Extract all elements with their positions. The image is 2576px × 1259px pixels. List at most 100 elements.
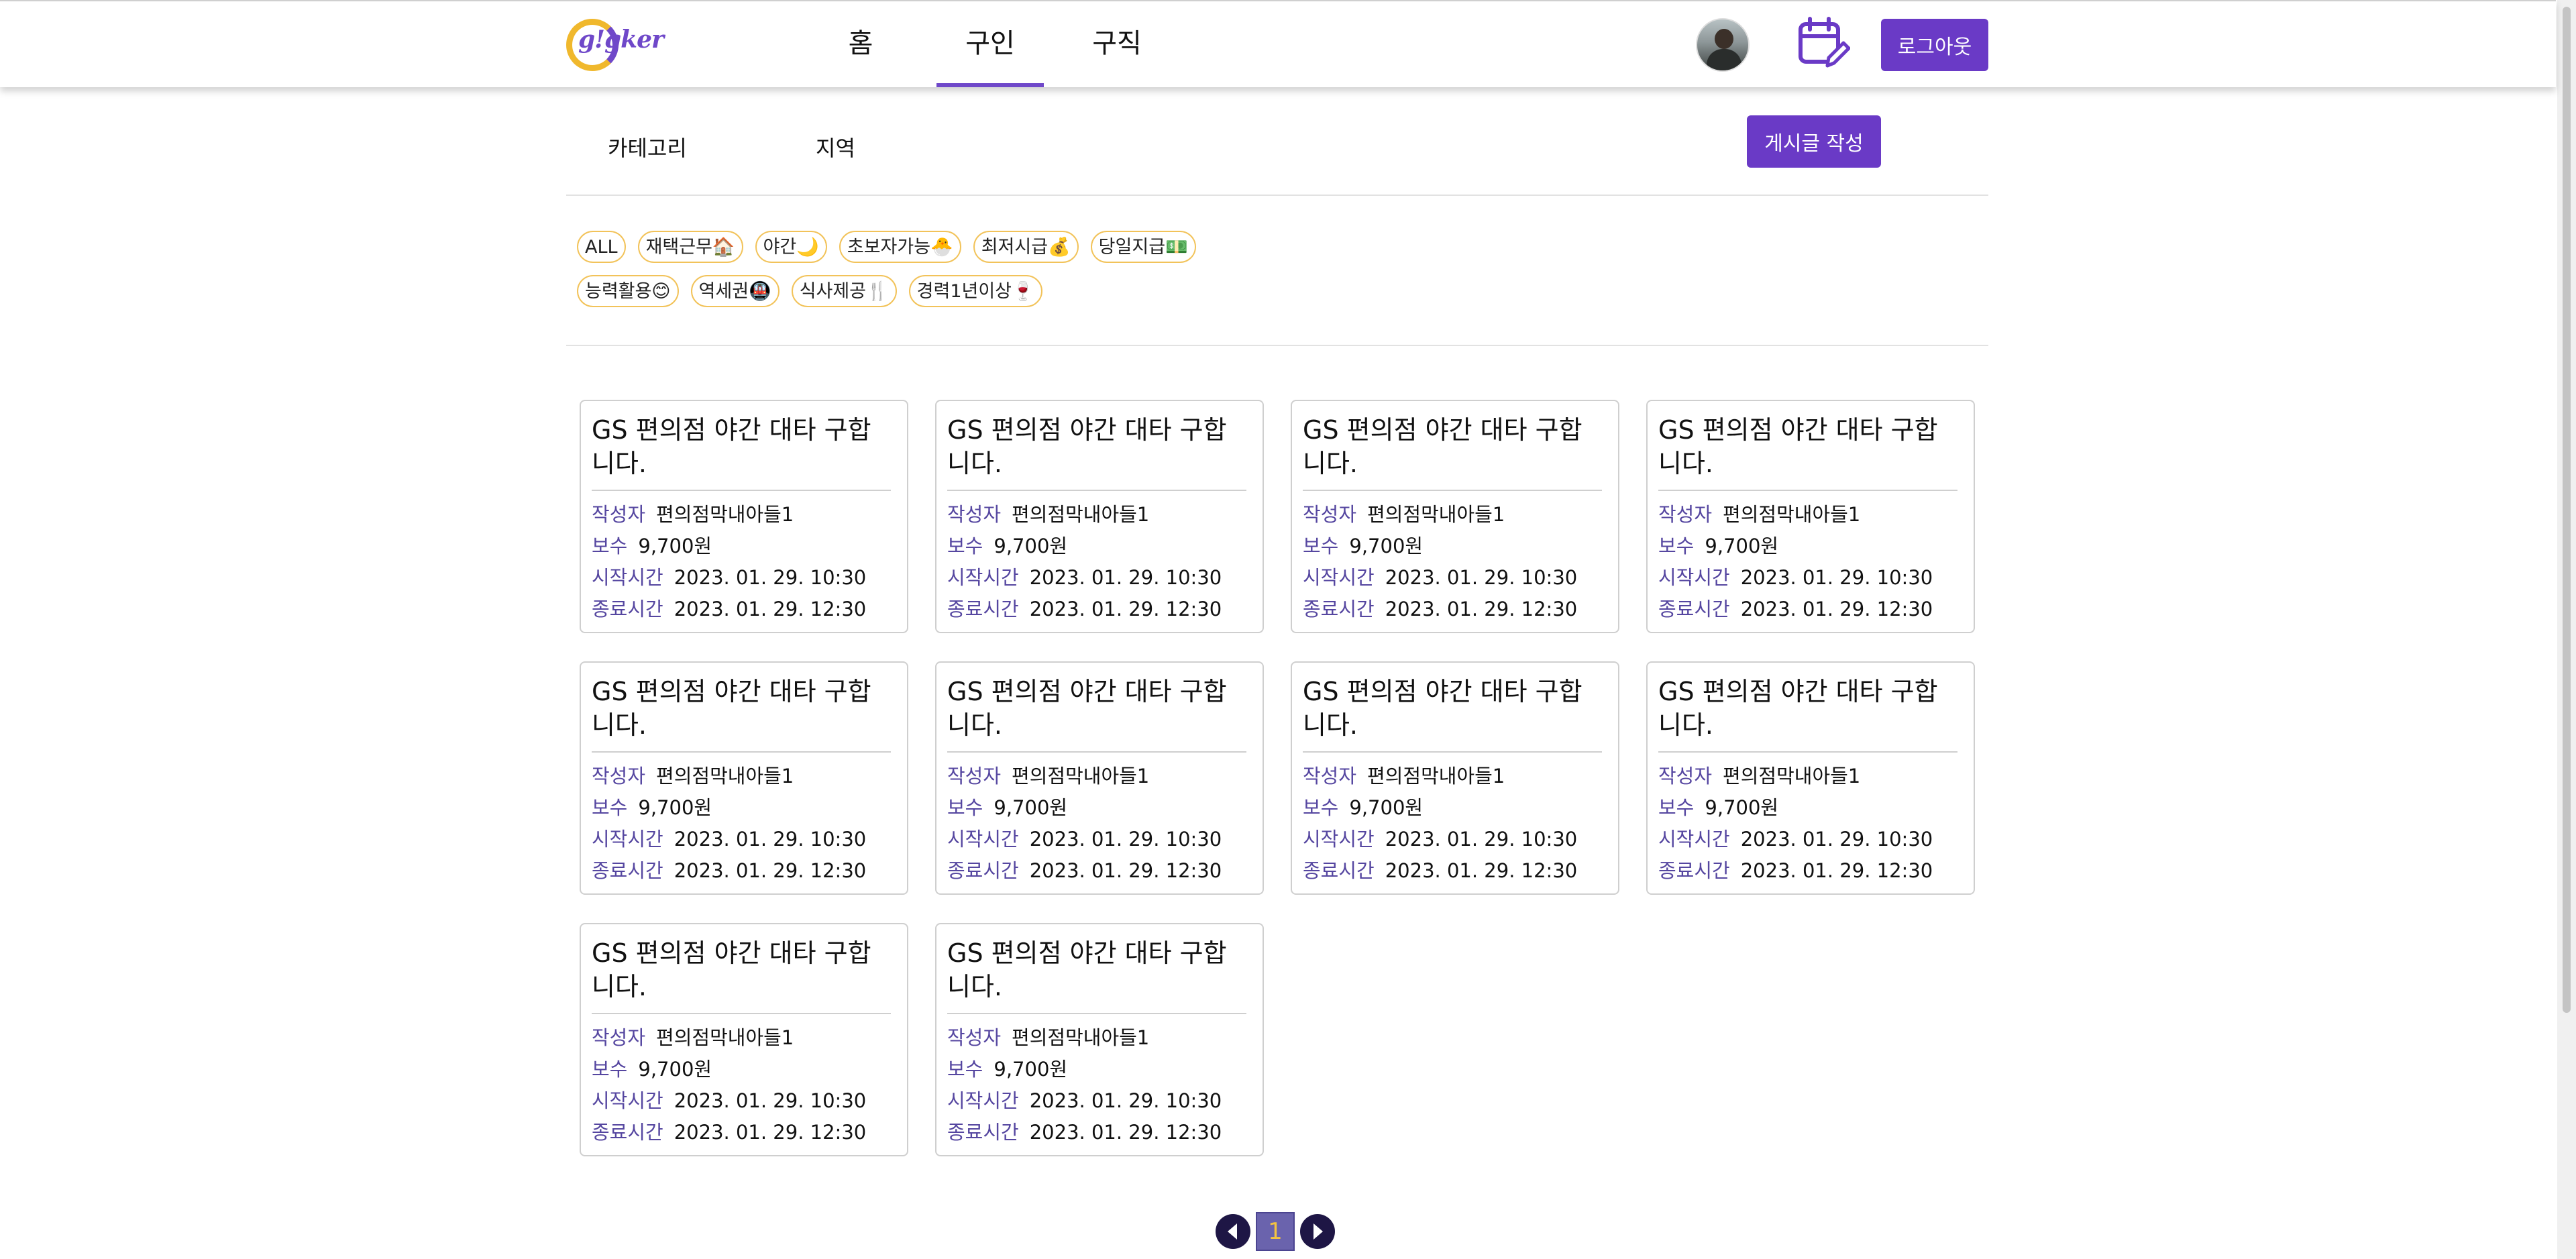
post-start-time-label: 시작시간 [592, 566, 663, 589]
tag-all[interactable]: ALL [577, 231, 626, 263]
post-author-value: 편의점막내아들1 [1723, 765, 1861, 787]
post-card[interactable]: GS 편의점 야간 대타 구합니다. 작성자 편의점막내아들1 보수 9,700원 시작시… [1646, 661, 1975, 895]
nav-tab-job-seeking[interactable]: 구직 [1087, 21, 1147, 87]
nav-tab-hiring[interactable]: 구인 [936, 21, 1044, 87]
region-filter[interactable]: 지역 [816, 131, 855, 162]
chevron-left-icon[interactable] [1216, 1214, 1250, 1249]
post-end-time-label: 종료시간 [1658, 859, 1730, 882]
post-card[interactable]: GS 편의점 야간 대타 구합니다. 작성자 편의점막내아들1 보수 9,700원 시작시… [935, 923, 1264, 1156]
tag-night[interactable]: 야간🌙 [755, 231, 827, 263]
post-start-time-value: 2023. 01. 29. 10:30 [1029, 828, 1222, 851]
chevron-right-icon[interactable] [1300, 1214, 1335, 1249]
post-card[interactable]: GS 편의점 야간 대타 구합니다. 작성자 편의점막내아들1 보수 9,700원 시작시… [580, 923, 908, 1156]
post-author-row: 작성자 편의점막내아들1 [1658, 499, 1963, 531]
post-start-time-value: 2023. 01. 29. 10:30 [674, 1089, 867, 1112]
page-scrollbar[interactable] [2557, 0, 2576, 1259]
post-title: GS 편의점 야간 대타 구합니다. [1658, 413, 1957, 491]
post-start-time-value: 2023. 01. 29. 10:30 [1385, 566, 1578, 589]
post-author-label: 작성자 [1303, 503, 1357, 526]
post-start-time-label: 시작시간 [947, 828, 1019, 851]
post-end-time-label: 종료시간 [1303, 598, 1375, 620]
post-end-time-row: 종료시간 2023. 01. 29. 12:30 [947, 594, 1252, 625]
post-end-time-label: 종료시간 [1658, 598, 1730, 620]
post-card[interactable]: GS 편의점 야간 대타 구합니다. 작성자 편의점막내아들1 보수 9,700원 시작시… [1291, 661, 1619, 895]
nav-tab-label: 구직 [1092, 28, 1142, 59]
post-author-row: 작성자 편의점막내아들1 [947, 761, 1252, 792]
logo-text: g!gker [578, 25, 664, 54]
post-end-time-label: 종료시간 [947, 598, 1019, 620]
post-author-value: 편의점막내아들1 [1012, 1026, 1150, 1049]
post-pay-value: 9,700원 [994, 535, 1068, 557]
gigker-logo[interactable]: g!gker [565, 16, 664, 76]
post-card[interactable]: GS 편의점 야간 대타 구합니다. 작성자 편의점막내아들1 보수 9,700원 시작시… [580, 661, 908, 895]
scrollbar-thumb[interactable] [2563, 7, 2571, 1013]
calendar-edit-icon[interactable] [1796, 16, 1851, 71]
post-pay-row: 보수 9,700원 [1303, 531, 1607, 562]
logout-button[interactable]: 로그아웃 [1881, 19, 1988, 71]
post-title: GS 편의점 야간 대타 구합니다. [592, 413, 891, 491]
post-author-label: 작성자 [592, 503, 646, 526]
post-title: GS 편의점 야간 대타 구합니다. [592, 936, 891, 1014]
tag-experience-1yr[interactable]: 경력1년이상🍷 [908, 275, 1042, 307]
category-filter[interactable]: 카테고리 [608, 131, 687, 162]
page-number-current[interactable]: 1 [1256, 1212, 1295, 1251]
post-start-time-row: 시작시간 2023. 01. 29. 10:30 [1658, 562, 1963, 594]
post-author-label: 작성자 [1658, 765, 1713, 787]
post-start-time-label: 시작시간 [947, 566, 1019, 589]
post-end-time-value: 2023. 01. 29. 12:30 [1740, 598, 1933, 620]
post-start-time-row: 시작시간 2023. 01. 29. 10:30 [947, 824, 1252, 855]
post-end-time-value: 2023. 01. 29. 12:30 [1029, 598, 1222, 620]
post-start-time-label: 시작시간 [592, 828, 663, 851]
post-pay-value: 9,700원 [994, 796, 1068, 819]
tag-near-station[interactable]: 역세권🚇 [690, 275, 780, 307]
post-author-row: 작성자 편의점막내아들1 [592, 761, 896, 792]
post-start-time-row: 시작시간 2023. 01. 29. 10:30 [947, 562, 1252, 594]
post-start-time-row: 시작시간 2023. 01. 29. 10:30 [592, 1085, 896, 1117]
post-author-label: 작성자 [947, 1026, 1002, 1049]
tag-beginner-ok[interactable]: 초보자가능🐣 [839, 231, 961, 263]
post-pay-label: 보수 [592, 796, 628, 819]
post-pay-label: 보수 [1303, 535, 1339, 557]
user-avatar[interactable] [1696, 18, 1750, 72]
post-start-time-value: 2023. 01. 29. 10:30 [1740, 828, 1933, 851]
post-pay-row: 보수 9,700원 [1303, 792, 1607, 824]
post-card[interactable]: GS 편의점 야간 대타 구합니다. 작성자 편의점막내아들1 보수 9,700원 시작시… [1646, 400, 1975, 633]
post-card[interactable]: GS 편의점 야간 대타 구합니다. 작성자 편의점막내아들1 보수 9,700원 시작시… [935, 400, 1264, 633]
post-end-time-row: 종료시간 2023. 01. 29. 12:30 [947, 1117, 1252, 1148]
post-end-time-row: 종료시간 2023. 01. 29. 12:30 [592, 855, 896, 887]
post-card[interactable]: GS 편의점 야간 대타 구합니다. 작성자 편의점막내아들1 보수 9,700원 시작시… [1291, 400, 1619, 633]
post-author-label: 작성자 [592, 765, 646, 787]
divider [566, 345, 1988, 346]
post-author-value: 편의점막내아들1 [656, 503, 794, 526]
tag-remote-work[interactable]: 재택근무🏠 [637, 231, 743, 263]
post-pay-row: 보수 9,700원 [1658, 531, 1963, 562]
post-pay-row: 보수 9,700원 [592, 1054, 896, 1085]
post-pay-row: 보수 9,700원 [592, 792, 896, 824]
post-end-time-label: 종료시간 [592, 598, 663, 620]
post-end-time-row: 종료시간 2023. 01. 29. 12:30 [1658, 594, 1963, 625]
post-end-time-row: 종료시간 2023. 01. 29. 12:30 [947, 855, 1252, 887]
post-start-time-value: 2023. 01. 29. 10:30 [1029, 566, 1222, 589]
post-start-time-value: 2023. 01. 29. 10:30 [1029, 1089, 1222, 1112]
tag-meal-provided[interactable]: 식사제공🍴 [791, 275, 897, 307]
post-pay-label: 보수 [1303, 796, 1339, 819]
post-start-time-value: 2023. 01. 29. 10:30 [1385, 828, 1578, 851]
post-author-value: 편의점막내아들1 [1723, 503, 1861, 526]
post-card[interactable]: GS 편의점 야간 대타 구합니다. 작성자 편의점막내아들1 보수 9,700원 시작시… [580, 400, 908, 633]
post-author-label: 작성자 [1658, 503, 1713, 526]
post-start-time-label: 시작시간 [1303, 566, 1375, 589]
nav-tab-home[interactable]: 홈 [830, 21, 891, 87]
tag-same-day-pay[interactable]: 당일지급💵 [1090, 231, 1196, 263]
post-start-time-label: 시작시간 [947, 1089, 1019, 1112]
post-end-time-row: 종료시간 2023. 01. 29. 12:30 [1658, 855, 1963, 887]
post-end-time-label: 종료시간 [1303, 859, 1375, 882]
post-end-time-label: 종료시간 [947, 859, 1019, 882]
post-end-time-row: 종료시간 2023. 01. 29. 12:30 [1303, 855, 1607, 887]
post-card[interactable]: GS 편의점 야간 대타 구합니다. 작성자 편의점막내아들1 보수 9,700원 시작시… [935, 661, 1264, 895]
write-post-button[interactable]: 게시글 작성 [1747, 115, 1881, 168]
post-end-time-row: 종료시간 2023. 01. 29. 12:30 [592, 1117, 896, 1148]
post-start-time-row: 시작시간 2023. 01. 29. 10:30 [1658, 824, 1963, 855]
tag-minimum-wage[interactable]: 최저시급💰 [973, 231, 1079, 263]
nav-tab-label: 구인 [965, 28, 1015, 59]
tag-skill-use[interactable]: 능력활용😊 [577, 275, 679, 307]
